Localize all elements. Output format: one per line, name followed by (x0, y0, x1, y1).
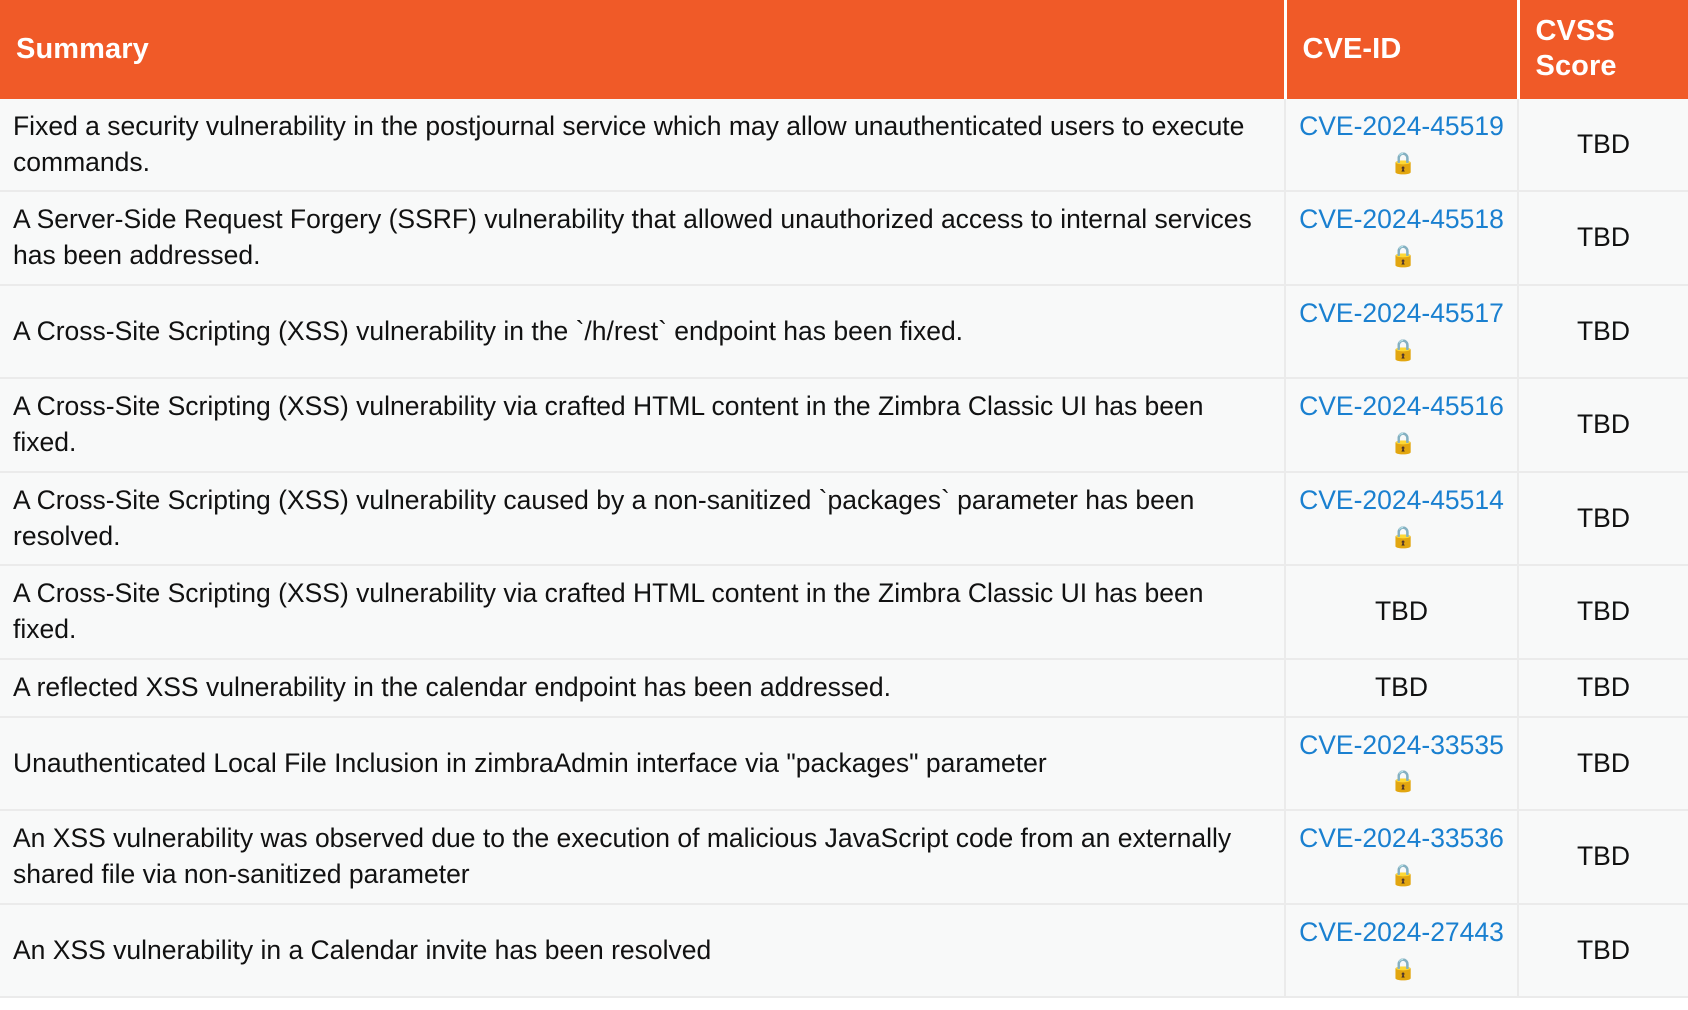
cvss-score-value: TBD (1577, 841, 1630, 872)
vulnerability-table: Summary CVE-ID CVSS Score Fixed a securi… (0, 0, 1688, 999)
lock-icon: 🔒 (1390, 770, 1417, 794)
table-row: A Cross-Site Scripting (XSS) vulnerabili… (0, 470, 1688, 567)
cell-summary: A Cross-Site Scripting (XSS) vulnerabili… (0, 283, 1286, 380)
cell-cvss-score: TBD (1518, 902, 1688, 999)
cvss-score-value: TBD (1577, 934, 1630, 965)
table-row: A reflected XSS vulnerability in the cal… (0, 657, 1688, 718)
cve-link[interactable]: CVE-2024-33535 (1299, 730, 1504, 760)
cell-cve-id: CVE-2024-45519 🔒 (1285, 98, 1519, 193)
table-row: A Cross-Site Scripting (XSS) vulnerabili… (0, 564, 1688, 660)
cell-cve-id: TBD (1285, 657, 1519, 718)
table-row: An XSS vulnerability in a Calendar invit… (0, 902, 1688, 999)
cell-cve-id: CVE-2024-27443 🔒 (1285, 902, 1519, 999)
cell-cvss-score: TBD (1518, 657, 1688, 718)
cvss-score-value: TBD (1577, 502, 1630, 533)
cve-link[interactable]: CVE-2024-45516 (1299, 391, 1504, 421)
cve-link[interactable]: CVE-2024-33536 (1299, 823, 1504, 853)
cell-summary: A Server-Side Request Forgery (SSRF) vul… (0, 190, 1286, 286)
column-header-summary[interactable]: Summary (0, 0, 1287, 99)
column-header-cve-id[interactable]: CVE-ID (1285, 0, 1520, 99)
cell-cvss-score: TBD (1518, 283, 1688, 380)
table-header: Summary CVE-ID CVSS Score (0, 0, 1688, 99)
cve-id-value: TBD (1375, 596, 1428, 627)
lock-icon: 🔒 (1390, 245, 1417, 269)
cvss-score-value: TBD (1577, 315, 1630, 346)
table-header-row: Summary CVE-ID CVSS Score (0, 0, 1688, 99)
table-row: Fixed a security vulnerability in the po… (0, 98, 1688, 193)
cell-cvss-score: TBD (1518, 190, 1688, 286)
cell-summary: An XSS vulnerability in a Calendar invit… (0, 902, 1286, 999)
table-row: A Cross-Site Scripting (XSS) vulnerabili… (0, 283, 1688, 380)
table-row: A Cross-Site Scripting (XSS) vulnerabili… (0, 377, 1688, 473)
cve-id-value: TBD (1375, 671, 1428, 702)
cell-cvss-score: TBD (1518, 715, 1688, 812)
lock-icon: 🔒 (1390, 432, 1417, 456)
cell-cvss-score: TBD (1518, 809, 1688, 905)
cell-cve-id: CVE-2024-45517 🔒 (1285, 283, 1519, 380)
cvss-score-value: TBD (1577, 747, 1630, 778)
lock-icon: 🔒 (1390, 151, 1417, 175)
cell-summary: A reflected XSS vulnerability in the cal… (0, 657, 1286, 718)
lock-icon: 🔒 (1390, 525, 1417, 549)
cell-summary: A Cross-Site Scripting (XSS) vulnerabili… (0, 377, 1286, 473)
cell-cve-id: TBD (1285, 564, 1519, 660)
cell-cve-id: CVE-2024-33536 🔒 (1285, 809, 1519, 905)
table-row: A Server-Side Request Forgery (SSRF) vul… (0, 190, 1688, 286)
cell-cvss-score: TBD (1518, 377, 1688, 473)
column-header-cvss-score[interactable]: CVSS Score (1518, 0, 1688, 99)
cvss-score-value: TBD (1577, 409, 1630, 440)
table-body: Fixed a security vulnerability in the po… (0, 98, 1688, 999)
cell-summary: Unauthenticated Local File Inclusion in … (0, 715, 1286, 812)
cell-cvss-score: TBD (1518, 470, 1688, 567)
cell-cve-id: CVE-2024-45514 🔒 (1285, 470, 1519, 567)
cell-summary: A Cross-Site Scripting (XSS) vulnerabili… (0, 564, 1286, 660)
lock-icon: 🔒 (1390, 338, 1417, 362)
table-row: Unauthenticated Local File Inclusion in … (0, 715, 1688, 812)
cve-link[interactable]: CVE-2024-45519 (1299, 111, 1504, 141)
cell-cvss-score: TBD (1518, 564, 1688, 660)
cell-cve-id: CVE-2024-33535 🔒 (1285, 715, 1519, 812)
cve-link[interactable]: CVE-2024-27443 (1299, 917, 1504, 947)
cell-cvss-score: TBD (1518, 98, 1688, 193)
cell-cve-id: CVE-2024-45516 🔒 (1285, 377, 1519, 473)
cve-link[interactable]: CVE-2024-45517 (1299, 298, 1504, 328)
cvss-score-value: TBD (1577, 222, 1630, 253)
cve-link[interactable]: CVE-2024-45518 (1299, 204, 1504, 234)
cvss-score-value: TBD (1577, 128, 1630, 159)
cve-link[interactable]: CVE-2024-45514 (1299, 485, 1504, 515)
lock-icon: 🔒 (1390, 864, 1417, 887)
cvss-score-value: TBD (1577, 671, 1630, 702)
cell-summary: A Cross-Site Scripting (XSS) vulnerabili… (0, 470, 1286, 567)
table-row: An XSS vulnerability was observed due to… (0, 809, 1688, 905)
cell-cve-id: CVE-2024-45518 🔒 (1285, 190, 1519, 286)
cvss-score-value: TBD (1577, 596, 1630, 627)
lock-icon: 🔒 (1390, 957, 1417, 981)
cell-summary: Fixed a security vulnerability in the po… (0, 98, 1286, 193)
cell-summary: An XSS vulnerability was observed due to… (0, 809, 1286, 905)
